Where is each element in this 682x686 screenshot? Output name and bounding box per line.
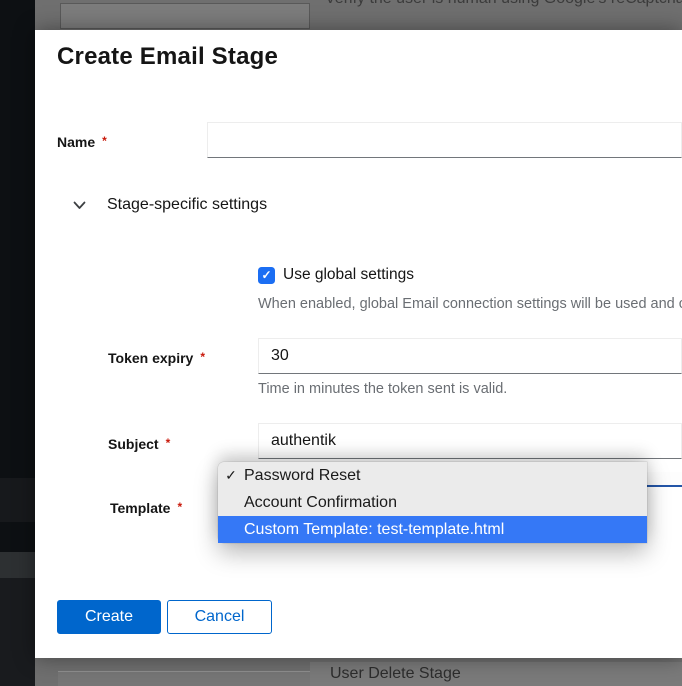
- subject-input[interactable]: [258, 423, 682, 459]
- background-table-cell: [60, 3, 310, 29]
- screen: Verify the user is human using Google's …: [0, 0, 682, 686]
- dropdown-option-label: Password Reset: [244, 467, 361, 485]
- create-email-stage-modal: Create Email Stage Name * Stage-specific …: [35, 30, 682, 658]
- background-row-label: User Delete Stage: [330, 665, 461, 683]
- token-expiry-input[interactable]: [258, 338, 682, 374]
- name-input[interactable]: [207, 122, 682, 158]
- check-icon: ✓: [218, 467, 244, 484]
- section-toggle-stage-specific[interactable]: Stage-specific settings: [73, 196, 267, 214]
- app-sidebar: [0, 0, 35, 686]
- cancel-button[interactable]: Cancel: [167, 600, 272, 634]
- dropdown-option-label: Custom Template: test-template.html: [244, 521, 504, 539]
- sidebar-segment: [0, 578, 35, 686]
- token-expiry-label: Token expiry *: [108, 350, 205, 366]
- dropdown-option-password-reset[interactable]: ✓ Password Reset: [218, 462, 647, 489]
- use-global-settings-row: ✓ Use global settings: [258, 266, 414, 284]
- section-label: Stage-specific settings: [107, 196, 267, 214]
- template-label: Template *: [110, 500, 182, 516]
- template-label-text: Template: [110, 500, 170, 516]
- required-asterisk: *: [102, 134, 107, 148]
- background-table-bottom: User Delete Stage: [35, 658, 682, 686]
- use-global-settings-checkbox[interactable]: ✓: [258, 267, 275, 284]
- dropdown-option-custom-template[interactable]: Custom Template: test-template.html: [218, 516, 647, 543]
- use-global-settings-label: Use global settings: [283, 266, 414, 284]
- background-table-top: Verify the user is human using Google's …: [35, 0, 682, 30]
- sidebar-segment: [0, 478, 35, 522]
- sidebar-segment-highlight: [0, 552, 35, 578]
- subject-label: Subject *: [108, 436, 170, 452]
- required-asterisk: *: [177, 500, 182, 514]
- use-global-settings-help: When enabled, global Email connection se…: [258, 296, 682, 312]
- create-button[interactable]: Create: [57, 600, 161, 634]
- background-row-description: Verify the user is human using Google's …: [325, 0, 682, 8]
- token-expiry-label-text: Token expiry: [108, 350, 193, 366]
- required-asterisk: *: [200, 350, 205, 364]
- chevron-down-icon: [73, 201, 86, 210]
- template-dropdown-menu: ✓ Password Reset Account Confirmation Cu…: [218, 462, 647, 543]
- dropdown-option-label: Account Confirmation: [244, 494, 397, 512]
- required-asterisk: *: [166, 436, 171, 450]
- token-expiry-help: Time in minutes the token sent is valid.: [258, 381, 507, 397]
- name-label-text: Name: [57, 134, 95, 150]
- dropdown-option-account-confirmation[interactable]: Account Confirmation: [218, 489, 647, 516]
- subject-label-text: Subject: [108, 436, 159, 452]
- check-icon: ✓: [261, 269, 271, 281]
- background-table-cell: [58, 671, 310, 686]
- name-label: Name *: [57, 134, 107, 150]
- modal-title: Create Email Stage: [57, 43, 278, 71]
